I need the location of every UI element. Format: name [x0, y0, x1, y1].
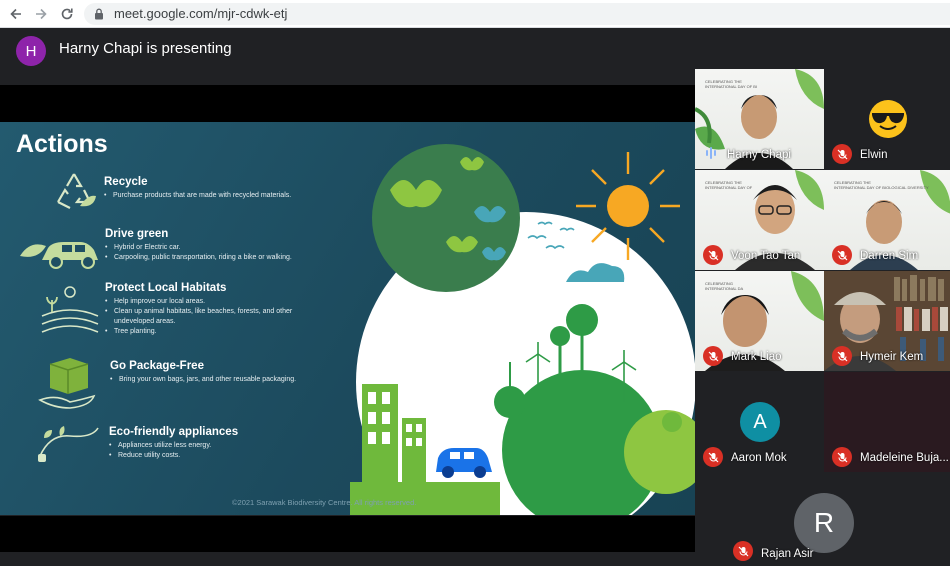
back-arrow-icon — [10, 8, 21, 20]
mic-off-indicator — [733, 541, 753, 561]
presentation-header: H Harny Chapi is presenting — [0, 29, 950, 69]
mic-off-indicator — [832, 245, 852, 265]
presentation-stage: Actions Recycle Purchase products that a… — [0, 69, 695, 566]
reload-button[interactable] — [57, 4, 77, 24]
participant-tile-madeleine[interactable]: Madeleine Buja... — [824, 372, 950, 472]
url-text: meet.google.com/mjr-cdwk-etj — [114, 6, 288, 21]
action-bullet: Hybrid or Electric car. — [105, 243, 335, 253]
participant-tile-hymeir-kem[interactable]: Hymeir Kem — [824, 271, 950, 371]
habitat-icon — [41, 286, 99, 333]
mic-off-indicator — [832, 144, 852, 164]
speaking-indicator-icon — [706, 147, 716, 159]
mic-off-icon — [708, 452, 718, 462]
action-bullet: Help improve our local areas. — [105, 297, 315, 307]
action-bullet: Carpooling, public transportation, ridin… — [105, 253, 335, 263]
action-heading: Recycle — [104, 176, 148, 188]
forward-button[interactable] — [31, 4, 51, 24]
mic-off-indicator — [832, 346, 852, 366]
mic-off-icon — [708, 250, 718, 260]
participant-avatar: R — [794, 493, 854, 553]
presenter-avatar: H — [16, 36, 46, 66]
recycle-icon — [57, 173, 96, 209]
action-protect-habitats: Protect Local Habitats Help improve our … — [105, 282, 315, 337]
participant-name: Voon Tao Tan — [731, 250, 801, 262]
package-hand-icon — [38, 358, 96, 409]
slide-title: Actions — [16, 130, 108, 158]
participant-name: Hymeir Kem — [860, 351, 924, 363]
forward-arrow-icon — [36, 8, 47, 20]
mic-off-indicator — [703, 447, 723, 467]
action-bullet: Reduce utility costs. — [109, 451, 309, 461]
letterbox-top — [0, 85, 695, 122]
car-leaf-icon — [20, 242, 98, 269]
mic-off-icon — [837, 452, 847, 462]
action-bullet: Purchase products that are made with rec… — [104, 191, 334, 201]
participant-grid: CELEBRATING THE INTERNATIONAL DAY OF BI H… — [695, 69, 950, 566]
browser-toolbar: meet.google.com/mjr-cdwk-etj — [0, 0, 950, 28]
mic-off-indicator — [703, 245, 723, 265]
eco-plug-icon — [38, 426, 99, 462]
reload-icon — [61, 8, 73, 20]
action-bullet: Clean up animal habitats, like beaches, … — [105, 307, 315, 327]
participant-tile-rajan-asir[interactable]: R Rajan Asir — [725, 473, 921, 566]
participant-tile-voon-tao-tan[interactable]: CELEBRATING THE INTERNATIONAL DAY OF Voon… — [695, 170, 824, 270]
participant-name: Darren Sim — [860, 250, 919, 262]
eco-city-illustration — [350, 144, 695, 515]
action-heading: Protect Local Habitats — [105, 282, 227, 294]
action-eco-appliances: Eco-friendly appliances Appliances utili… — [109, 426, 309, 461]
participant-name: Elwin — [860, 149, 888, 161]
participant-name: Madeleine Buja... — [860, 452, 949, 464]
letterbox-bottom — [0, 516, 695, 552]
participant-name: Mark Liao — [731, 351, 782, 363]
mic-off-icon — [837, 250, 847, 260]
address-bar[interactable]: meet.google.com/mjr-cdwk-etj — [84, 3, 950, 25]
presenting-label: Harny Chapi is presenting — [59, 40, 232, 57]
action-drive-green: Drive green Hybrid or Electric car. Carp… — [105, 228, 335, 263]
back-button[interactable] — [6, 4, 26, 24]
participant-tile-mark-liao[interactable]: CELEBRATING INTERNATIONAL DA Mark Liao — [695, 271, 824, 371]
action-heading: Drive green — [105, 228, 169, 240]
action-heading: Go Package-Free — [110, 360, 204, 372]
presentation-slide: Actions Recycle Purchase products that a… — [0, 122, 695, 515]
mic-off-icon — [708, 351, 718, 361]
participant-tile-aaron-mok[interactable]: A Aaron Mok — [695, 372, 824, 472]
action-bullet: Appliances utilize less energy. — [109, 441, 309, 451]
action-bullet: Bring your own bags, jars, and other reu… — [110, 375, 320, 385]
mic-off-icon — [738, 546, 748, 556]
action-bullet: Tree planting. — [105, 327, 315, 337]
action-recycle: Recycle Purchase products that are made … — [104, 176, 334, 201]
slide-footer: ©2021 Sarawak Biodiversity Centre. All r… — [232, 498, 417, 507]
participant-name: Aaron Mok — [731, 452, 787, 464]
mic-off-icon — [837, 149, 847, 159]
action-heading: Eco-friendly appliances — [109, 426, 239, 438]
participant-name: Harny Chapi — [727, 149, 791, 161]
sunglasses-emoji-icon — [869, 100, 907, 138]
action-package-free: Go Package-Free Bring your own bags, jar… — [110, 360, 320, 385]
participant-tile-harny-chapi[interactable]: CELEBRATING THE INTERNATIONAL DAY OF BI H… — [695, 69, 824, 169]
participant-tile-darren-sim[interactable]: CELEBRATING THE INTERNATIONAL DAY OF BIOL… — [824, 170, 950, 270]
mic-off-indicator — [703, 346, 723, 366]
participant-avatar: A — [740, 402, 780, 442]
lock-icon — [95, 8, 103, 20]
participant-tile-elwin[interactable]: Elwin — [824, 69, 950, 169]
mic-off-icon — [837, 351, 847, 361]
participant-name: Rajan Asir — [761, 548, 814, 560]
mic-off-indicator — [832, 447, 852, 467]
